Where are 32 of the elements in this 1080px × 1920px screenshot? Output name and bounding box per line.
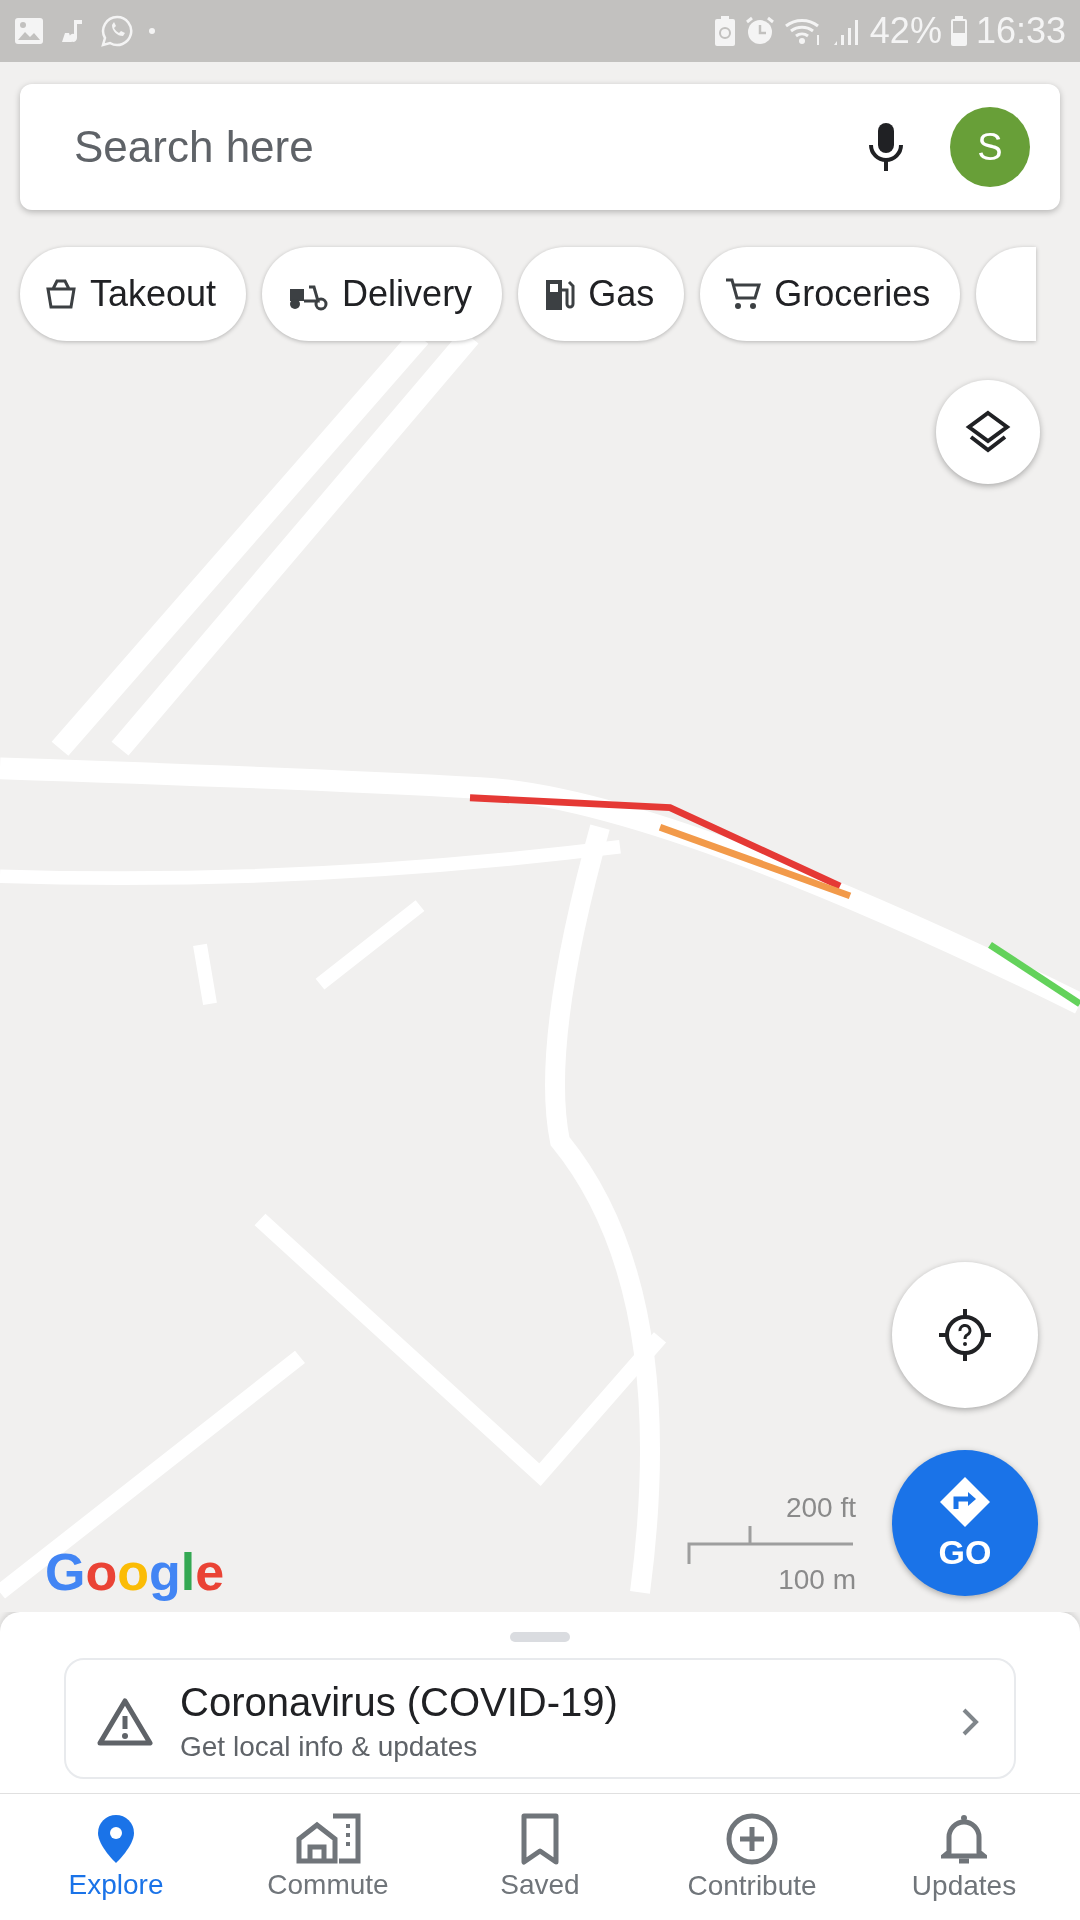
scale-label: 100 m <box>778 1564 856 1596</box>
battery-saver-icon <box>713 15 736 47</box>
search-field[interactable]: Search here S <box>20 84 1060 210</box>
category-chip[interactable]: Takeout <box>20 247 247 341</box>
buildings-icon <box>295 1813 361 1865</box>
warning-icon <box>96 1696 154 1747</box>
nav-tab[interactable]: Saved <box>440 1813 640 1901</box>
dot-icon <box>148 27 156 35</box>
bell-icon <box>941 1812 987 1866</box>
category-chip[interactable]: Groceries <box>700 247 961 341</box>
cart-icon <box>724 276 763 312</box>
battery-icon <box>949 15 968 47</box>
scale-label: 200 ft <box>785 1492 856 1524</box>
directions-icon <box>938 1474 992 1529</box>
nav-tab[interactable]: Commute <box>228 1813 428 1901</box>
info-card[interactable]: Coronavirus (COVID-19) Get local info & updates <box>64 1658 1016 1779</box>
microphone-icon[interactable] <box>866 121 906 173</box>
add-circle-icon <box>725 1812 779 1866</box>
drag-handle[interactable] <box>510 1632 570 1642</box>
bag-icon <box>44 277 78 311</box>
alarm-icon <box>743 15 776 47</box>
bookmark-icon <box>520 1813 560 1865</box>
nav-tab[interactable]: Explore <box>16 1813 216 1901</box>
profile-avatar[interactable]: S <box>950 107 1030 187</box>
image-icon <box>14 17 44 45</box>
chat-icon <box>100 14 134 48</box>
card-subtitle: Get local info & updates <box>180 1731 479 1763</box>
card-title: Coronavirus (COVID-19) <box>180 1680 619 1725</box>
google-logo: Google <box>45 1542 225 1602</box>
nav-tab[interactable]: Updates <box>864 1812 1064 1902</box>
nav-tab[interactable]: Contribute <box>652 1812 852 1902</box>
category-chip[interactable]: Delivery <box>262 247 503 341</box>
